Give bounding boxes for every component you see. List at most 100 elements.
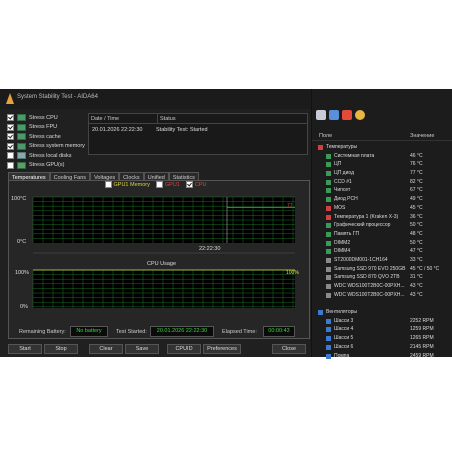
sensor-row[interactable]: Память ГП 48 °C [312, 230, 452, 239]
start-button[interactable]: Start [8, 344, 42, 354]
sensor-value: 76 °C [410, 161, 423, 168]
sensor-value: 67 °C [410, 187, 423, 194]
stress-checkbox[interactable] [7, 152, 14, 160]
sensor-row[interactable]: Диод PCH 49 °C [312, 195, 452, 204]
sensor-name: Samsung SSD 870 QVO 2TB [334, 274, 400, 281]
legend-gpu1[interactable]: GPU1 [155, 181, 180, 188]
sensor-row[interactable]: ST2000DM001-1CH164 33 °C [312, 256, 452, 265]
stress-checkbox[interactable] [7, 133, 14, 141]
sensor-row[interactable]: Вентиляторы [312, 308, 452, 317]
legend-cpu[interactable]: CPU [185, 181, 206, 188]
temp-x-label: 22:22:30 [199, 246, 220, 252]
chip-icon [17, 142, 26, 150]
screen: System Stability Test - AIDA64 Stress CP… [0, 89, 452, 359]
sensor-name: Чипсет [334, 187, 351, 194]
sensor-row[interactable]: ЦП 76 °C [312, 160, 452, 169]
sensor-row[interactable]: WDC WDS100T2B0C-00PXH... 43 °C [312, 282, 452, 291]
motherboard-icon [326, 153, 331, 159]
stress-option[interactable]: Stress CPU [7, 113, 85, 123]
chip-icon [326, 197, 331, 203]
sensor-value: 46 °C [410, 152, 423, 159]
save-button[interactable]: Save [125, 344, 159, 354]
sensor-value: 50 °C [410, 239, 423, 246]
sensor-row[interactable]: DIMM2 50 °C [312, 239, 452, 248]
sensor-row[interactable]: Шасси 4 1259 RPM [312, 325, 452, 334]
chip-icon [17, 123, 26, 131]
stop-button[interactable]: Stop [44, 344, 78, 354]
sensor-row[interactable]: Шасси 6 2145 RPM [312, 343, 452, 352]
sensor-name: Шасси 5 [334, 335, 354, 342]
col-value[interactable]: Значение [410, 133, 434, 139]
cpu-icon [326, 162, 331, 168]
sensor-row[interactable]: Системная плата 46 °C [312, 152, 452, 161]
disk-icon [326, 257, 331, 263]
elapsed-value: 00:00:43 [263, 326, 295, 337]
stress-checkbox[interactable] [7, 161, 14, 169]
log-row[interactable]: 20.01.2026 22:22:30 Stability Test: Star… [89, 124, 307, 133]
sensor-row[interactable]: Помпа 2459 RPM [312, 352, 452, 361]
thermometer-icon [318, 145, 323, 150]
sensor-name: ЦП диод [334, 170, 354, 177]
disk-icon [326, 284, 331, 289]
disk-icon [17, 152, 26, 160]
log-col-datetime[interactable]: Date / Time [89, 114, 158, 123]
sensor-row[interactable]: Температура 1 (Kraken X-3) 36 °C [312, 213, 452, 222]
cpuid-button[interactable]: CPUID [167, 344, 201, 354]
sensor-row[interactable]: Шасси 3 2252 RPM [312, 317, 452, 326]
clear-button[interactable]: Clear [89, 344, 123, 354]
sensor-row[interactable]: Температуры [312, 143, 452, 152]
preferences-button[interactable]: Preferences [203, 344, 241, 354]
legend-gpu1-memory[interactable]: GPU1 Memory [104, 181, 150, 188]
fan-icon [326, 327, 331, 333]
close-button[interactable]: Close [272, 344, 306, 354]
report-icon[interactable] [316, 110, 326, 120]
stress-checkbox[interactable] [7, 123, 14, 131]
col-field[interactable]: Поле [319, 133, 332, 139]
stress-option[interactable]: Stress FPU [7, 123, 85, 133]
button-bar: Start Stop Clear Save CPUID Preferences … [0, 344, 311, 356]
disk-icon [326, 275, 331, 281]
cpu-icon [326, 171, 331, 177]
elapsed-label: Elapsed Time: [222, 329, 257, 335]
sensor-value: 77 °C [410, 170, 423, 177]
sensor-row[interactable]: Samsung SSD 870 QVO 2TB 31 °C [312, 273, 452, 282]
sensor-row[interactable]: CCD #1 82 °C [312, 178, 452, 187]
fan-icon [326, 336, 331, 342]
stress-option[interactable]: Stress system memory [7, 142, 85, 152]
temp-y-bottom: 0°C [17, 239, 26, 245]
sensor-row[interactable]: WDC WDS100T2B0C-00PXH... 43 °C [312, 291, 452, 300]
sensor-row[interactable]: MOS 45 °C [312, 204, 452, 213]
sensor-name: WDC WDS100T2B0C-00PXH... [334, 291, 405, 298]
sensor-name: Температуры [326, 144, 358, 150]
stress-options: Stress CPU Stress FPU Stress cache Stress s… [7, 113, 85, 170]
sensor-value: 49 °C [410, 196, 423, 203]
gpu-icon [326, 223, 331, 229]
sensor-name: Диод PCH [334, 196, 358, 203]
sensor-row[interactable]: DIMM4 47 °C [312, 247, 452, 256]
refresh-icon[interactable] [355, 110, 365, 120]
log-entry-datetime: 20.01.2026 22:22:30 [92, 127, 143, 133]
log-col-status[interactable]: Status [158, 114, 178, 123]
stress-checkbox[interactable] [7, 142, 14, 150]
user-icon[interactable] [329, 110, 339, 120]
sensor-row[interactable]: ЦП диод 77 °C [312, 169, 452, 178]
sensor-value: 45 °C / 50 °C [410, 265, 440, 272]
sensor-row[interactable]: Samsung SSD 970 EVO 250GB 45 °C / 50 °C [312, 265, 452, 274]
sensor-table-header: Поле Значение [312, 131, 452, 141]
event-log: Date / Time Status 20.01.2026 22:22:30 S… [88, 113, 308, 155]
sensor-row[interactable] [312, 299, 452, 308]
pump-icon [326, 353, 331, 359]
sensor-name: Samsung SSD 970 EVO 250GB [334, 265, 406, 272]
sensor-value: 2145 RPM [410, 343, 434, 350]
stress-option[interactable]: Stress cache [7, 132, 85, 142]
stress-option[interactable]: Stress GPU(s) [7, 161, 85, 171]
sensor-row[interactable]: Графический процессор 50 °C [312, 221, 452, 230]
sensor-row[interactable]: Чипсет 67 °C [312, 186, 452, 195]
stress-checkbox[interactable] [7, 114, 14, 122]
sensor-row[interactable]: Шасси 5 1265 RPM [312, 334, 452, 343]
osd-icon[interactable] [342, 110, 352, 120]
stress-option[interactable]: Stress local disks [7, 151, 85, 161]
title-bar: System Stability Test - AIDA64 [0, 89, 311, 109]
sensor-name: Шасси 3 [334, 317, 354, 324]
sensor-name: MOS [334, 204, 346, 211]
